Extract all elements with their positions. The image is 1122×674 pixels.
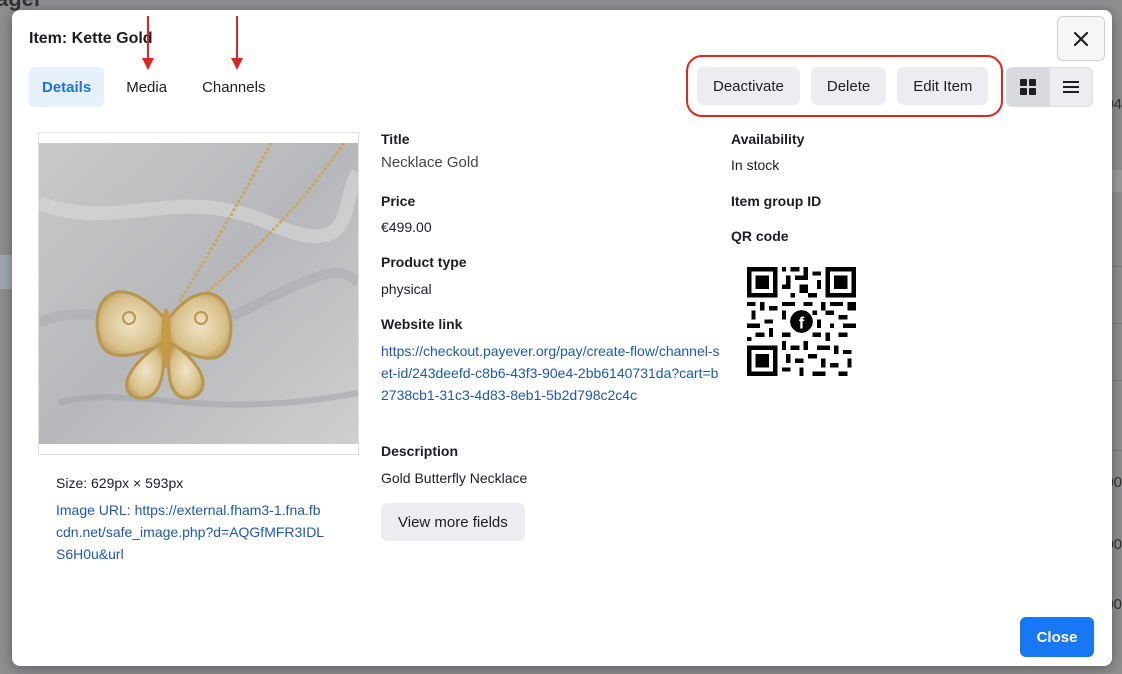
description-label: Description <box>381 443 459 459</box>
item-group-id-label: Item group ID <box>731 193 822 209</box>
background-selected-row <box>0 255 12 289</box>
annotation-arrow-channels-head <box>231 58 243 70</box>
close-icon <box>1073 31 1089 46</box>
action-buttons: Deactivate Delete Edit Item <box>697 67 999 105</box>
annotation-arrow-media <box>147 16 149 60</box>
background-divider <box>1112 323 1122 324</box>
availability-label: Availability <box>731 131 805 147</box>
item-dialog: Item: Kette Gold Details Media Channels … <box>12 10 1112 666</box>
annotation-arrow-media-head <box>142 58 154 70</box>
tab-details[interactable]: Details <box>29 67 105 107</box>
tab-channels[interactable]: Channels <box>189 67 278 107</box>
list-view-button[interactable] <box>1049 67 1093 107</box>
close-button[interactable]: Close <box>1020 617 1094 657</box>
qr-code-label: QR code <box>731 228 789 244</box>
view-more-fields-button[interactable]: View more fields <box>381 503 525 541</box>
tab-bar: Details Media Channels <box>29 67 287 107</box>
website-link-label: Website link <box>381 316 463 332</box>
description-value: Gold Butterfly Necklace <box>381 470 528 486</box>
image-size: Size: 629px × 593px <box>56 475 184 491</box>
product-image-frame <box>38 132 359 455</box>
availability-value: In stock <box>731 157 780 173</box>
close-icon-button[interactable] <box>1057 16 1105 61</box>
background-divider <box>1112 266 1122 267</box>
grid-icon <box>1020 79 1036 95</box>
product-type-label: Product type <box>381 254 467 270</box>
grid-view-button[interactable] <box>1006 67 1050 107</box>
title-value: Necklace Gold <box>381 154 479 171</box>
list-icon <box>1063 81 1079 93</box>
title-label: Title <box>381 131 410 147</box>
image-url-link[interactable]: Image URL: https://external.fham3-1.fna.… <box>56 499 326 565</box>
deactivate-button[interactable]: Deactivate <box>697 67 800 105</box>
product-type-value: physical <box>381 281 432 297</box>
dialog-title: Item: Kette Gold <box>29 30 153 47</box>
background-column <box>1112 170 1122 192</box>
price-value: €499.00 <box>381 219 432 235</box>
annotation-arrow-channels <box>236 16 238 60</box>
view-toggle <box>1006 67 1093 107</box>
edit-item-button[interactable]: Edit Item <box>897 67 989 105</box>
background-divider <box>1112 450 1122 451</box>
delete-button[interactable]: Delete <box>810 67 887 105</box>
background-divider <box>1112 380 1122 381</box>
price-label: Price <box>381 193 416 209</box>
product-image <box>39 143 358 444</box>
svg-text:f: f <box>799 313 805 332</box>
qr-code: f <box>747 267 856 376</box>
tab-media[interactable]: Media <box>113 67 180 107</box>
website-link[interactable]: https://checkout.payever.org/pay/create-… <box>381 340 721 406</box>
